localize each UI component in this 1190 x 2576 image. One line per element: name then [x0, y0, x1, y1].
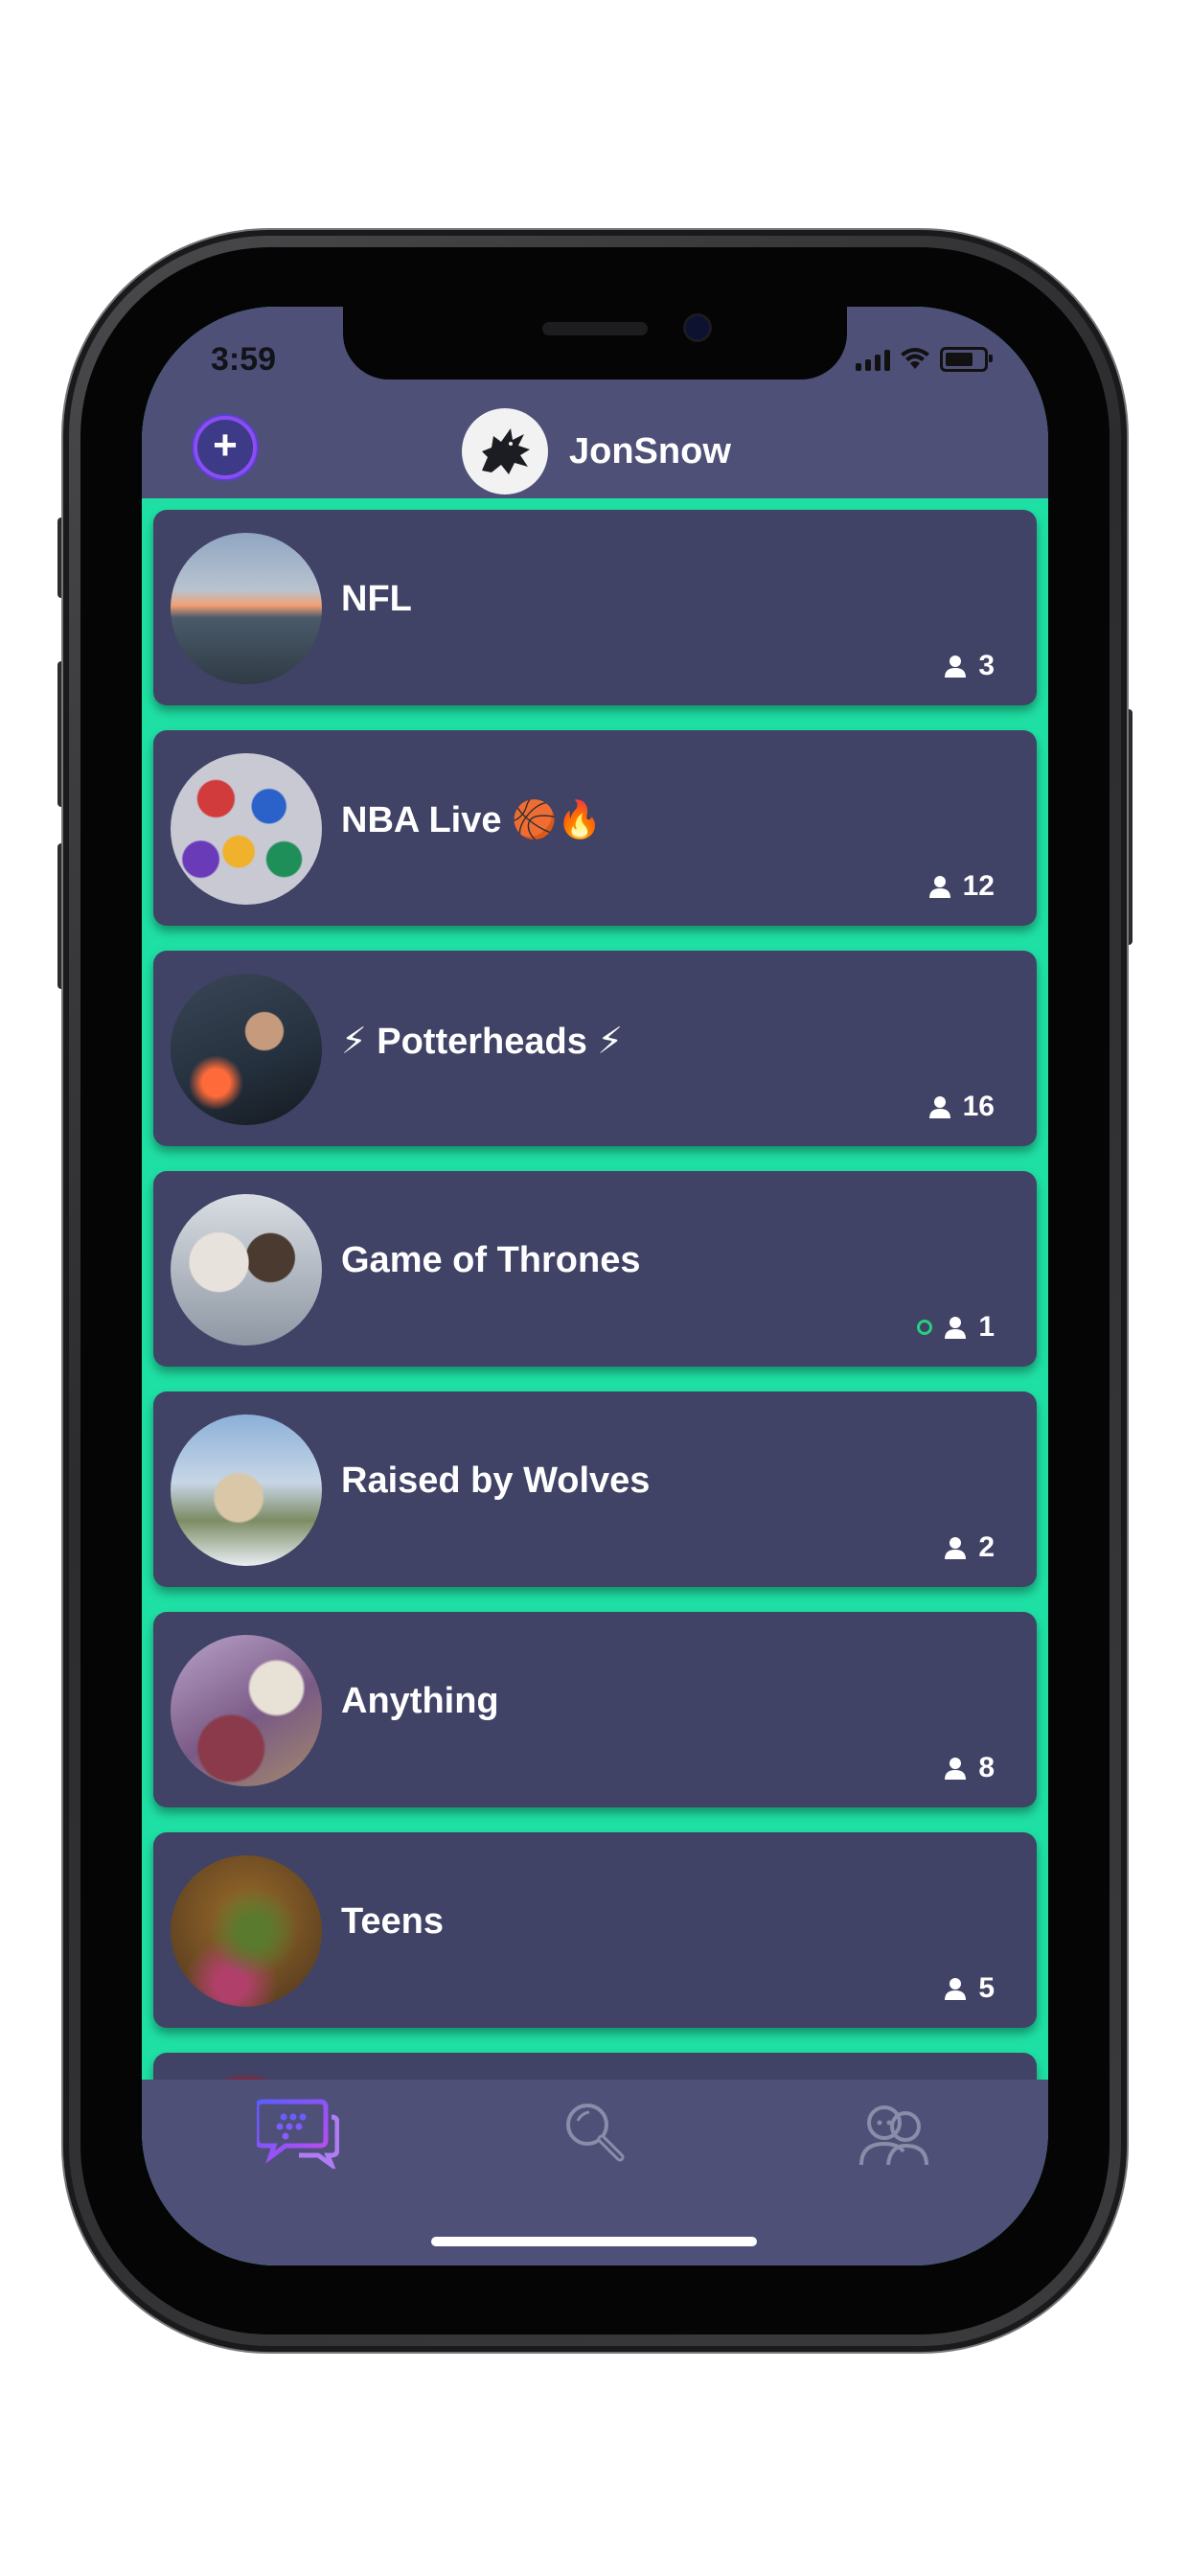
member-count: 16: [962, 1091, 995, 1122]
tab-bar: [142, 2080, 1048, 2266]
person-icon: [945, 1978, 967, 2000]
room-name: NBA Live 🏀🔥: [341, 800, 603, 840]
room-avatar: [171, 533, 322, 684]
room-card-partial[interactable]: [153, 2053, 1037, 2080]
room-card[interactable]: Raised by Wolves 2: [153, 1392, 1037, 1587]
room-avatar: [171, 1414, 322, 1566]
member-count: 3: [978, 650, 995, 681]
person-icon: [945, 1537, 967, 1559]
app-screen: 3:59 + JonSnow NFL 3 NBA Live 🏀🔥 12 ⚡ Po…: [142, 307, 1048, 2266]
signal-icon: [856, 348, 890, 371]
room-avatar: [171, 1855, 322, 2007]
member-count: 12: [962, 870, 995, 902]
room-card[interactable]: Teens 5: [153, 1832, 1037, 2028]
header-user[interactable]: JonSnow: [462, 408, 731, 494]
room-name: Anything: [341, 1681, 499, 1721]
room-card[interactable]: Game of Thrones 1: [153, 1171, 1037, 1367]
member-count: 5: [978, 1972, 995, 2004]
notch: [343, 307, 847, 380]
person-icon: [928, 1096, 950, 1118]
person-icon: [928, 876, 950, 898]
room-name: Teens: [341, 1901, 445, 1942]
member-count: 2: [978, 1531, 995, 1563]
room-card[interactable]: Anything 8: [153, 1612, 1037, 1807]
room-member-count: 8: [942, 1752, 995, 1784]
battery-icon: [940, 347, 993, 372]
tab-friends[interactable]: [851, 2089, 937, 2175]
room-member-count: 1: [917, 1311, 995, 1344]
wifi-icon: [901, 348, 929, 369]
room-member-count: 12: [927, 870, 995, 903]
person-icon: [945, 656, 967, 678]
tab-chats[interactable]: [255, 2089, 341, 2175]
home-indicator[interactable]: [431, 2237, 757, 2246]
room-avatar: [171, 974, 322, 1125]
status-icons: [856, 345, 993, 374]
room-member-count: 5: [942, 1972, 995, 2005]
direwolf-sigil-icon: [482, 428, 530, 474]
room-avatar: [171, 1635, 322, 1786]
room-name: ⚡ Potterheads ⚡: [341, 1022, 624, 1062]
room-avatar: [171, 753, 322, 905]
front-camera: [686, 316, 709, 339]
speaker: [542, 322, 648, 335]
room-card[interactable]: NBA Live 🏀🔥 12: [153, 730, 1037, 926]
add-room-button[interactable]: +: [194, 416, 257, 479]
search-icon: [566, 2104, 625, 2162]
room-name: NFL: [341, 579, 412, 619]
room-name: Raised by Wolves: [341, 1460, 651, 1501]
room-member-count: 16: [927, 1091, 995, 1123]
header-username: JonSnow: [569, 430, 731, 472]
status-time: 3:59: [211, 341, 277, 378]
person-icon: [945, 1758, 967, 1780]
room-avatar: [171, 1194, 322, 1346]
member-count: 1: [978, 1311, 995, 1343]
chat-bubbles-icon: [257, 2099, 339, 2169]
room-card[interactable]: ⚡ Potterheads ⚡ 16: [153, 951, 1037, 1146]
app-header: 3:59 + JonSnow: [142, 307, 1048, 498]
online-indicator-icon: [917, 1320, 933, 1335]
person-icon: [945, 1317, 967, 1339]
room-member-count: 2: [942, 1531, 995, 1564]
room-card[interactable]: NFL 3: [153, 510, 1037, 705]
room-member-count: 3: [942, 650, 995, 682]
room-name: Game of Thrones: [341, 1240, 641, 1280]
tab-search[interactable]: [552, 2089, 638, 2175]
user-avatar[interactable]: [462, 408, 548, 494]
member-count: 8: [978, 1752, 995, 1783]
room-list[interactable]: NFL 3 NBA Live 🏀🔥 12 ⚡ Potterheads ⚡ 16 …: [142, 498, 1048, 2080]
friends-icon: [859, 2105, 928, 2166]
device-frame: 3:59 + JonSnow NFL 3 NBA Live 🏀🔥 12 ⚡ Po…: [0, 0, 1190, 2576]
